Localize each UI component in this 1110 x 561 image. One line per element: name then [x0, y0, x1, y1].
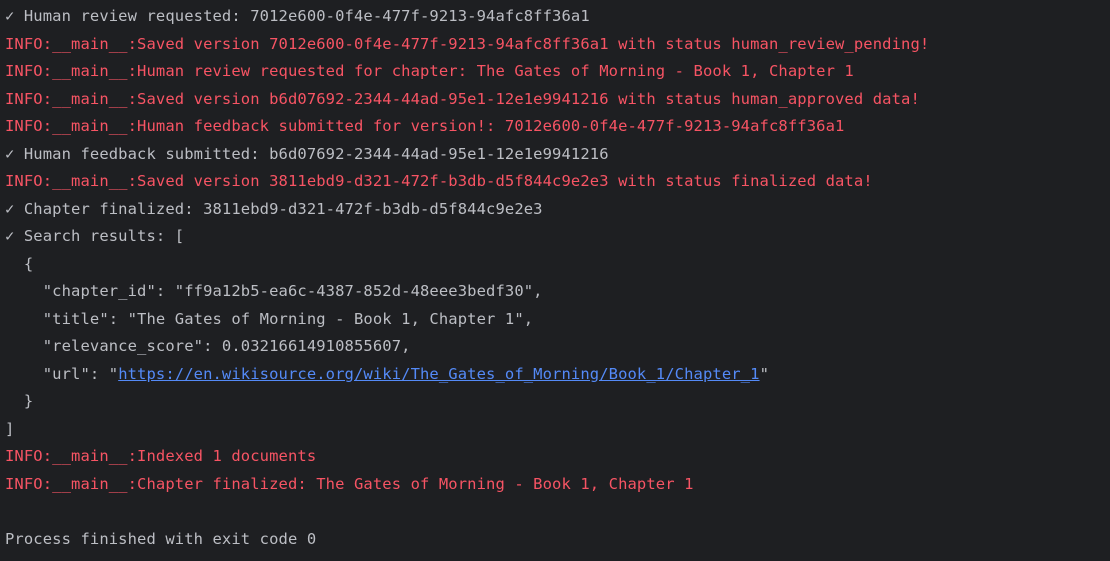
console-log-indexed-documents: INFO:__main__:Indexed 1 documents [5, 447, 317, 465]
console-line-feedback-submitted: ✓ Human feedback submitted: b6d07692-234… [5, 144, 609, 163]
console-log-saved-version-finalized: INFO:__main__:Saved version 3811ebd9-d32… [5, 172, 873, 190]
run-console-output[interactable]: ✓ Human review requested: 7012e600-0f4e-… [0, 0, 1110, 561]
console-log-chapter-finalized: INFO:__main__:Chapter finalized: The Gat… [5, 474, 694, 493]
json-relevance-score: "relevance_score": 0.03216614910855607, [5, 337, 411, 355]
console-log-feedback-submitted: INFO:__main__:Human feedback submitted f… [5, 117, 845, 135]
json-url-closing-quote: " [759, 364, 769, 383]
json-array-close: ] [5, 419, 15, 438]
console-line-chapter-finalized: ✓ Chapter finalized: 3811ebd9-d321-472f-… [5, 199, 543, 218]
json-object-close: } [5, 392, 34, 410]
console-line-review-requested: ✓ Human review requested: 7012e600-0f4e-… [5, 7, 590, 25]
console-log-review-requested: INFO:__main__:Human review requested for… [5, 62, 854, 80]
json-chapter-id: "chapter_id": "ff9a12b5-ea6c-4387-852d-4… [5, 282, 543, 300]
console-line-search-results: ✓ Search results: [ [5, 227, 185, 245]
json-object-open: { [5, 254, 34, 273]
json-url-key: "url": " [5, 364, 119, 383]
console-log-saved-version-approved: INFO:__main__:Saved version b6d07692-234… [5, 89, 920, 108]
json-url: "url": "https://en.wikisource.org/wiki/T… [0, 361, 1110, 389]
process-exit-message: Process finished with exit code 0 [5, 529, 317, 548]
wikisource-url-link[interactable]: https://en.wikisource.org/wiki/The_Gates… [118, 365, 759, 383]
console-log-saved-version-pending: INFO:__main__:Saved version 7012e600-0f4… [5, 34, 930, 53]
json-title: "title": "The Gates of Morning - Book 1,… [5, 309, 534, 328]
